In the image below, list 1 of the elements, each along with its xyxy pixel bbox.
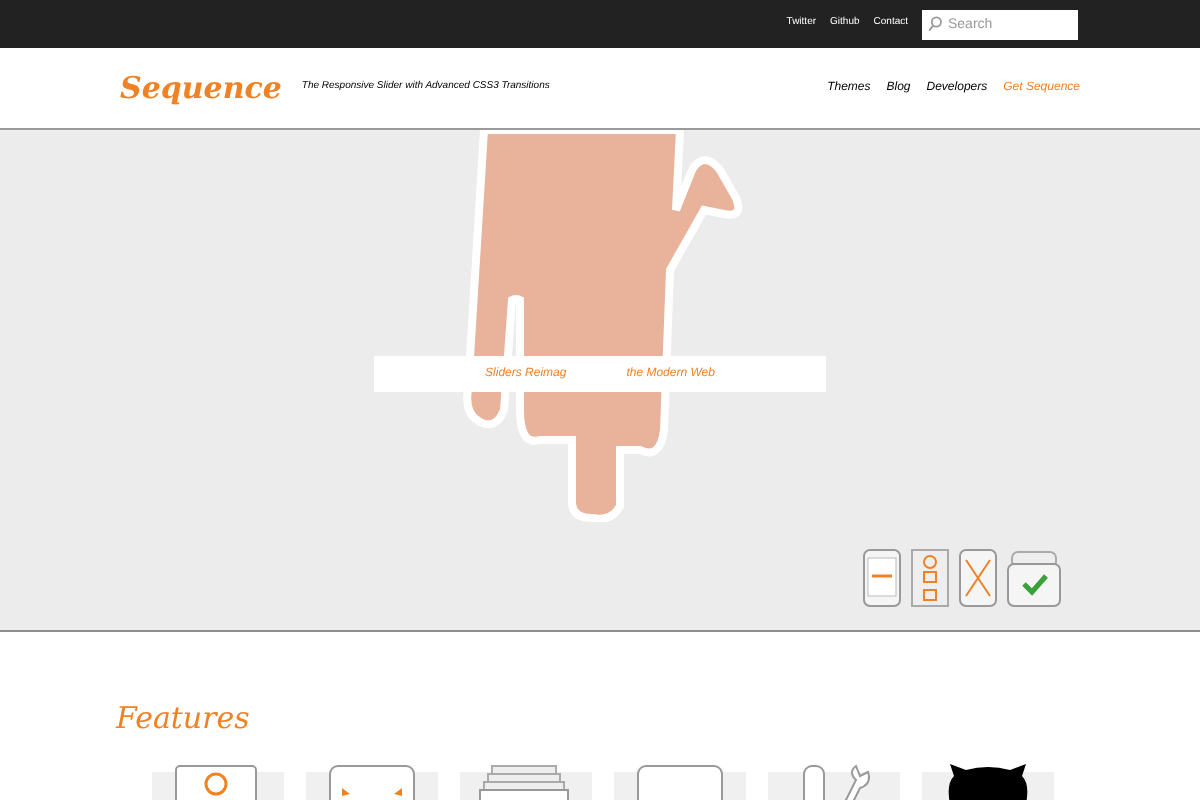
section-heading: Features <box>116 700 250 736</box>
